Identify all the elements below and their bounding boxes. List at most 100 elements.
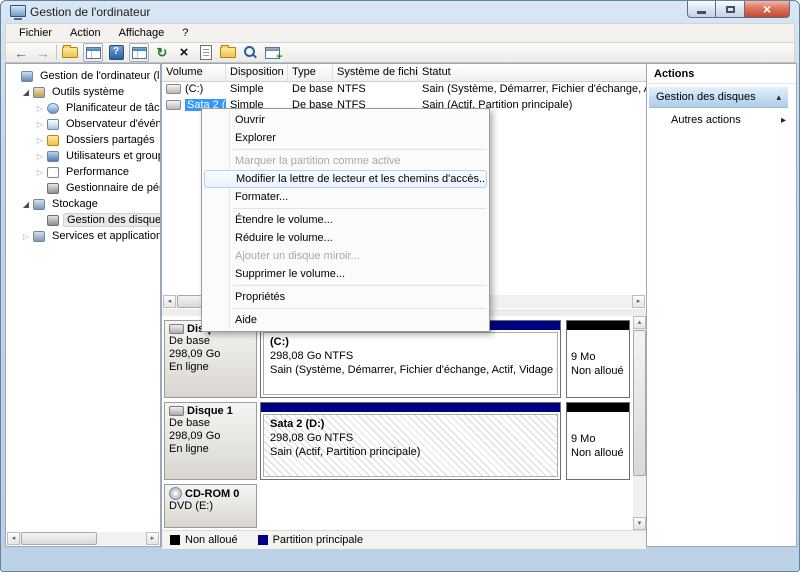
menu-fichier[interactable]: Fichier	[10, 25, 61, 41]
tree-horizontal-scrollbar[interactable]	[7, 532, 159, 545]
scroll-right-icon[interactable]	[632, 295, 645, 308]
expanded-icon[interactable]	[21, 200, 31, 209]
tree-item-planificateur[interactable]: Planificateur de tâches	[6, 100, 160, 116]
menu-formater[interactable]: Formater...	[202, 188, 489, 206]
disk-size: 298,09 Go	[169, 348, 252, 361]
collapsed-icon[interactable]	[35, 152, 45, 161]
disk-size: 298,09 Go	[169, 430, 252, 443]
actions-group-label: Gestion des disques	[656, 91, 776, 103]
tree-item-dossiers-partages[interactable]: Dossiers partagés	[6, 132, 160, 148]
tree-item-gestionnaire-peripheriques[interactable]: Gestionnaire de périphé	[6, 180, 160, 196]
unallocated-label: Non alloué	[571, 446, 625, 460]
show-window-icon[interactable]	[129, 43, 149, 62]
disk-vertical-scrollbar[interactable]	[633, 316, 646, 530]
disk-management-icon	[47, 215, 59, 226]
menu-proprietes[interactable]: Propriétés	[202, 288, 489, 306]
actions-group-gestion-des-disques[interactable]: Gestion des disques	[649, 87, 788, 108]
legend-bar: Non alloué Partition principale	[162, 530, 646, 549]
collapsed-icon[interactable]	[21, 232, 31, 241]
menu-help[interactable]: ?	[173, 25, 197, 41]
column-statut[interactable]: Statut	[418, 64, 646, 81]
actions-panel: Actions Gestion des disques Autres actio…	[646, 63, 797, 547]
menu-ouvrir[interactable]: Ouvrir	[202, 111, 489, 129]
tree-item-services-applications[interactable]: Services et applications	[6, 228, 160, 244]
tree-label: Gestion des disques	[63, 213, 161, 227]
show-console-tree-icon[interactable]	[83, 43, 103, 62]
menu-affichage[interactable]: Affichage	[110, 25, 174, 41]
volume-list-header: Volume Disposition Type Système de fichi…	[162, 64, 646, 82]
tree-item-observateur[interactable]: Observateur d'événeme	[6, 116, 160, 132]
disk-1-label[interactable]: Disque 1 De base 298,09 Go En ligne	[164, 402, 257, 480]
tree-item-stockage[interactable]: Stockage	[6, 196, 160, 212]
maximize-button[interactable]	[716, 1, 744, 18]
disk-type: De base	[169, 417, 252, 430]
cdrom-label[interactable]: CD-ROM 0 DVD (E:) Aucun média	[164, 484, 257, 528]
snap-in-window-icon	[265, 47, 280, 59]
menu-separator	[233, 285, 486, 286]
column-type[interactable]: Type	[288, 64, 333, 81]
tree-item-utilisateurs[interactable]: Utilisateurs et groupes l	[6, 148, 160, 164]
task-scheduler-icon	[47, 103, 59, 114]
scroll-up-icon[interactable]	[633, 316, 646, 329]
scrollbar-thumb[interactable]	[21, 532, 97, 545]
collapsed-icon[interactable]	[35, 136, 45, 145]
menu-action[interactable]: Action	[61, 25, 110, 41]
tree-label: Stockage	[49, 197, 101, 211]
unallocated-disk0[interactable]: 9 Mo Non alloué	[566, 320, 630, 398]
refresh-icon[interactable]	[153, 44, 171, 61]
close-button[interactable]	[744, 1, 790, 18]
menu-reduire-volume[interactable]: Réduire le volume...	[202, 229, 489, 247]
scroll-left-icon[interactable]	[7, 532, 20, 545]
collapsed-icon[interactable]	[35, 168, 45, 177]
column-disposition[interactable]: Disposition	[226, 64, 288, 81]
tree-item-performance[interactable]: Performance	[6, 164, 160, 180]
minimize-button[interactable]	[687, 1, 716, 18]
collapsed-icon[interactable]	[35, 120, 45, 129]
delete-icon[interactable]	[175, 44, 193, 61]
forward-icon[interactable]	[34, 44, 52, 61]
unallocated-disk1[interactable]: 9 Mo Non alloué	[566, 402, 630, 480]
find-icon[interactable]	[241, 44, 259, 61]
menu-etendre-volume[interactable]: Étendre le volume...	[202, 211, 489, 229]
partition-sata2-selected[interactable]: Sata 2 (D:) 298,08 Go NTFS Sain (Actif, …	[260, 402, 561, 480]
menu-modifier-lettre-lecteur[interactable]: Modifier la lettre de lecteur et les che…	[204, 170, 487, 188]
volume-icon	[166, 100, 181, 110]
column-volume[interactable]: Volume	[162, 64, 226, 81]
back-icon[interactable]	[12, 44, 30, 61]
disk-icon	[169, 406, 184, 416]
unallocated-legend-swatch	[170, 535, 180, 545]
disk-status: En ligne	[169, 361, 252, 374]
maximize-icon	[726, 6, 735, 13]
scrollbar-thumb[interactable]	[633, 330, 646, 476]
volume-row-c[interactable]: (C:) Simple De base NTFS Sain (Système, …	[162, 81, 646, 97]
volume-disposition: Simple	[226, 81, 288, 97]
tree-label: Outils système	[49, 85, 127, 99]
open-icon[interactable]	[219, 44, 237, 61]
collapse-arrow-icon[interactable]	[776, 91, 781, 103]
properties-icon[interactable]	[197, 44, 215, 61]
help-icon[interactable]	[107, 44, 125, 61]
expanded-icon[interactable]	[21, 88, 31, 97]
export-folder-icon[interactable]	[61, 44, 79, 61]
scroll-down-icon[interactable]	[633, 517, 646, 530]
add-snap-in-icon[interactable]	[263, 44, 281, 61]
primary-partition-band	[261, 403, 560, 412]
column-systeme-fichiers[interactable]: Système de fichiers	[333, 64, 418, 81]
unallocated-size: 9 Mo	[571, 432, 625, 446]
scroll-left-icon[interactable]	[163, 295, 176, 308]
scroll-right-icon[interactable]	[146, 532, 159, 545]
tree-item-computer-management[interactable]: Gestion de l'ordinateur (local)	[6, 68, 160, 84]
tree-item-outils-systeme[interactable]: Outils système	[6, 84, 160, 100]
actions-item-autres-actions[interactable]: Autres actions	[647, 108, 796, 130]
shared-folders-icon	[47, 135, 59, 146]
menu-bar: Fichier Action Affichage ?	[5, 23, 795, 43]
collapsed-icon[interactable]	[35, 104, 45, 113]
menu-aide[interactable]: Aide	[202, 311, 489, 329]
tree-item-gestion-des-disques[interactable]: Gestion des disques	[6, 212, 160, 228]
folder-icon	[62, 47, 78, 58]
local-users-icon	[47, 151, 59, 162]
menu-explorer[interactable]: Explorer	[202, 129, 489, 147]
title-bar[interactable]: Gestion de l'ordinateur	[1, 1, 799, 23]
minimize-icon	[697, 11, 706, 14]
menu-supprimer-volume[interactable]: Supprimer le volume...	[202, 265, 489, 283]
